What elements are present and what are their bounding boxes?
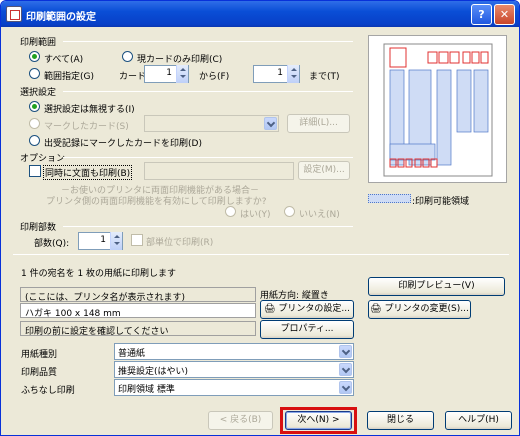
copies-label: 印刷部数 (20, 223, 57, 233)
from-label: から(F) (199, 72, 230, 82)
printer-settings-button[interactable]: 🖨 プリンタの設定... (260, 300, 354, 319)
radio-duplex-no[interactable] (284, 206, 295, 217)
duplex-checkbox[interactable] (29, 165, 41, 177)
chevron-down-icon (339, 345, 352, 358)
radio-range-label[interactable]: 範囲指定(G) (44, 69, 94, 82)
radio-duplex-no-label[interactable]: いいえ(N) (299, 207, 340, 220)
paper-type-value: 普通紙 (118, 349, 146, 359)
collate-checkbox[interactable] (131, 234, 143, 246)
to-label: まで(T) (309, 72, 340, 82)
app-icon (6, 6, 22, 22)
close-button[interactable]: 閉じる (367, 411, 434, 430)
copies-spinner[interactable] (110, 232, 122, 250)
postcard-preview (368, 35, 507, 183)
divider (63, 157, 353, 158)
print-range-dialog: 印刷範囲の設定 ? ✕ 印刷範囲 すべて(A) 現カードのみ印刷(C) 範囲指定… (0, 0, 520, 436)
next-button[interactable]: 次へ(N) > (285, 411, 352, 430)
radio-all-label[interactable]: すべて(A) (44, 52, 83, 65)
radio-all[interactable] (29, 51, 40, 62)
change-printer-label: プリンタの変更(S)... (384, 304, 469, 314)
change-printer-button[interactable]: 🖨 プリンタの変更(S)... (368, 300, 471, 319)
close-icon[interactable]: ✕ (494, 4, 515, 25)
radio-range[interactable] (29, 68, 40, 79)
help-button[interactable]: ヘルプ(H) (445, 411, 512, 430)
print-area-legend: :印刷可能領域 (412, 197, 470, 207)
borderless-select[interactable]: 印刷領域 標準 (114, 379, 354, 396)
paper-type-select[interactable]: 普通紙 (114, 343, 354, 360)
marked-cards-select[interactable] (144, 115, 279, 132)
card-label: カード (119, 72, 147, 82)
radio-duplex-yes-label[interactable]: はい(Y) (240, 207, 271, 220)
radio-shipping-marked[interactable] (29, 135, 40, 146)
radio-marked-cards-label[interactable]: マークしたカード(S) (44, 119, 129, 132)
radio-marked-cards[interactable] (29, 118, 40, 129)
duplex-note-2: プリンタ側の両面印刷機能を有効にして印刷しますか? (46, 197, 267, 207)
card-from-spinner[interactable] (176, 65, 188, 83)
borderless-value: 印刷領域 標準 (118, 385, 175, 395)
divider (63, 226, 353, 227)
radio-ignore-selection[interactable] (29, 101, 40, 112)
title-bar: 印刷範囲の設定 ? ✕ (1, 1, 519, 27)
paper-size-box: ハガキ 100 x 148 mm (20, 303, 256, 318)
detail-button[interactable]: 詳細(L)... (287, 114, 350, 133)
divider (63, 91, 353, 92)
printer-icon: 🖨 (370, 304, 382, 314)
radio-current-card[interactable] (122, 51, 133, 62)
chevron-down-icon (339, 381, 352, 394)
duplex-settings-button[interactable]: 設定(M)... (298, 161, 350, 180)
copies-count-label: 部数(Q): (34, 239, 70, 249)
window-title: 印刷範囲の設定 (26, 12, 96, 23)
duplex-checkbox-label[interactable]: 同時に文面も印刷(B) (43, 165, 133, 180)
borderless-label: ふちなし印刷 (21, 386, 75, 396)
selection-label: 選択設定 (20, 88, 57, 98)
radio-duplex-yes[interactable] (225, 206, 236, 217)
card-to-spinner[interactable] (287, 65, 299, 83)
divider (13, 254, 509, 255)
print-preview-button[interactable]: 印刷プレビュー(V) (368, 277, 505, 296)
print-quality-label: 印刷品質 (21, 368, 58, 378)
printer-settings-label: プリンタの設定... (278, 304, 350, 314)
radio-current-card-label[interactable]: 現カードのみ印刷(C) (137, 52, 222, 65)
paper-type-label: 用紙種別 (21, 350, 58, 360)
radio-ignore-selection-label[interactable]: 選択設定は無視する(I) (44, 102, 135, 115)
printer-name-box: (ここには、プリンタ名が表示されます) (20, 287, 256, 302)
chevron-down-icon (264, 117, 277, 130)
options-label: オプション (20, 154, 66, 164)
radio-shipping-marked-label[interactable]: 出受記録にマークしたカードを印刷(D) (44, 136, 202, 149)
duplex-layout-field (144, 162, 294, 180)
print-summary: 1 件の宛名を 1 枚の用紙に印刷します (21, 269, 177, 279)
check-settings-notice: 印刷の前に設定を確認してください (20, 321, 256, 336)
print-quality-value: 推奨設定(はやい) (118, 367, 189, 377)
print-range-label: 印刷範囲 (20, 38, 57, 48)
collate-label[interactable]: 部単位で印刷(R) (146, 235, 213, 248)
help-title-button[interactable]: ? (471, 4, 492, 25)
print-quality-select[interactable]: 推奨設定(はやい) (114, 361, 354, 378)
properties-button[interactable]: プロパティ... (260, 320, 354, 339)
printer-icon: 🖨 (264, 304, 276, 314)
print-area-swatch (368, 194, 411, 203)
back-button[interactable]: < 戻る(B) (208, 411, 273, 430)
postcard-preview-graphic (383, 43, 493, 177)
chevron-down-icon (339, 363, 352, 376)
divider (63, 41, 353, 42)
